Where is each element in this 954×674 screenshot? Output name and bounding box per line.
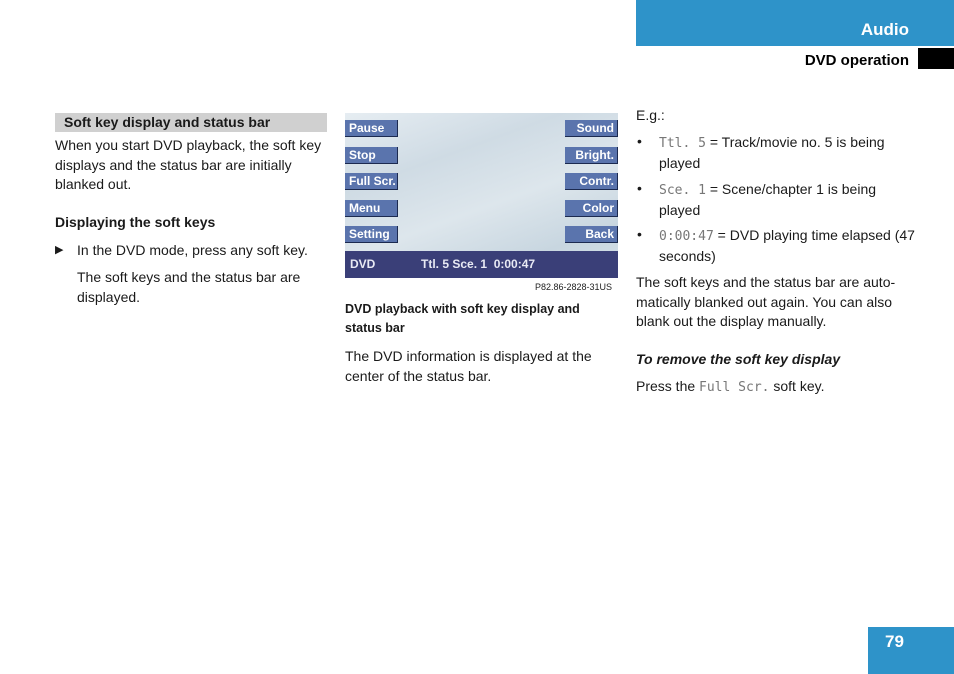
step-instruction: In the DVD mode, press any soft key. xyxy=(77,242,308,258)
bullet-dot: • xyxy=(637,133,642,149)
bullet-dot: • xyxy=(637,226,642,242)
dvd-screen-figure: Pause Stop Full Scr. Menu Setting Sound … xyxy=(345,113,618,278)
step-result: The soft keys and the status bar are dis… xyxy=(77,269,301,305)
section-heading: Soft key display and status bar xyxy=(55,113,327,132)
softkey-contrast: Contr. xyxy=(565,173,618,190)
softkey-sound: Sound xyxy=(565,120,618,137)
softkey-back: Back xyxy=(565,226,618,243)
code-full-screen: Full Scr. xyxy=(699,380,770,395)
section-subtitle: DVD operation xyxy=(804,52,909,69)
figure-caption: DVD playback with soft key display and s… xyxy=(345,302,580,335)
bullet-track: Ttl. 5 = Track/movie no. 5 is being play… xyxy=(659,134,885,171)
subheading-displaying: Displaying the soft keys xyxy=(55,214,216,230)
code-track: Ttl. 5 xyxy=(659,136,706,151)
section-heading-text: Soft key display and status bar xyxy=(64,114,271,130)
softkey-menu: Menu xyxy=(345,200,398,217)
code-time: 0:00:47 xyxy=(659,229,714,244)
step-arrow-icon: ▶ xyxy=(55,244,64,256)
chapter-title: Audio xyxy=(860,20,909,39)
intro-paragraph: When you start DVD playback, the soft ke… xyxy=(55,137,322,192)
figure-code: P82.86-2828-31US xyxy=(535,282,613,292)
auto-blank-paragraph: The soft keys and the status bar are aut… xyxy=(636,274,896,329)
section-marker xyxy=(918,48,954,69)
softkey-pause: Pause xyxy=(345,120,398,137)
bullet-dot: • xyxy=(637,180,642,196)
remove-heading: To remove the soft key display xyxy=(636,351,841,367)
bullet-time: 0:00:47 = DVD playing time elapsed (47 s… xyxy=(659,227,915,264)
press-instruction: Press the Full Scr. soft key. xyxy=(636,378,825,395)
code-scene: Sce. 1 xyxy=(659,183,706,198)
softkey-setting: Setting xyxy=(345,226,398,243)
page-number: 79 xyxy=(885,632,904,651)
softkey-stop: Stop xyxy=(345,147,398,164)
figure-description: The DVD information is displayed at the … xyxy=(345,348,592,384)
status-info: Ttl. 5 Sce. 1 0:00:47 xyxy=(421,257,536,271)
softkey-full-screen: Full Scr. xyxy=(345,173,398,190)
eg-label: E.g.: xyxy=(636,107,665,123)
status-bar: DVD Ttl. 5 Sce. 1 0:00:47 xyxy=(345,251,618,278)
status-mode: DVD xyxy=(350,257,376,271)
bullet-scene: Sce. 1 = Scene/chapter 1 is being played xyxy=(659,181,877,218)
chapter-tab: Audio xyxy=(636,0,954,46)
softkey-brightness: Bright. xyxy=(565,147,618,164)
softkey-color: Color xyxy=(565,200,618,217)
page-number-tab: 79 xyxy=(868,627,954,674)
